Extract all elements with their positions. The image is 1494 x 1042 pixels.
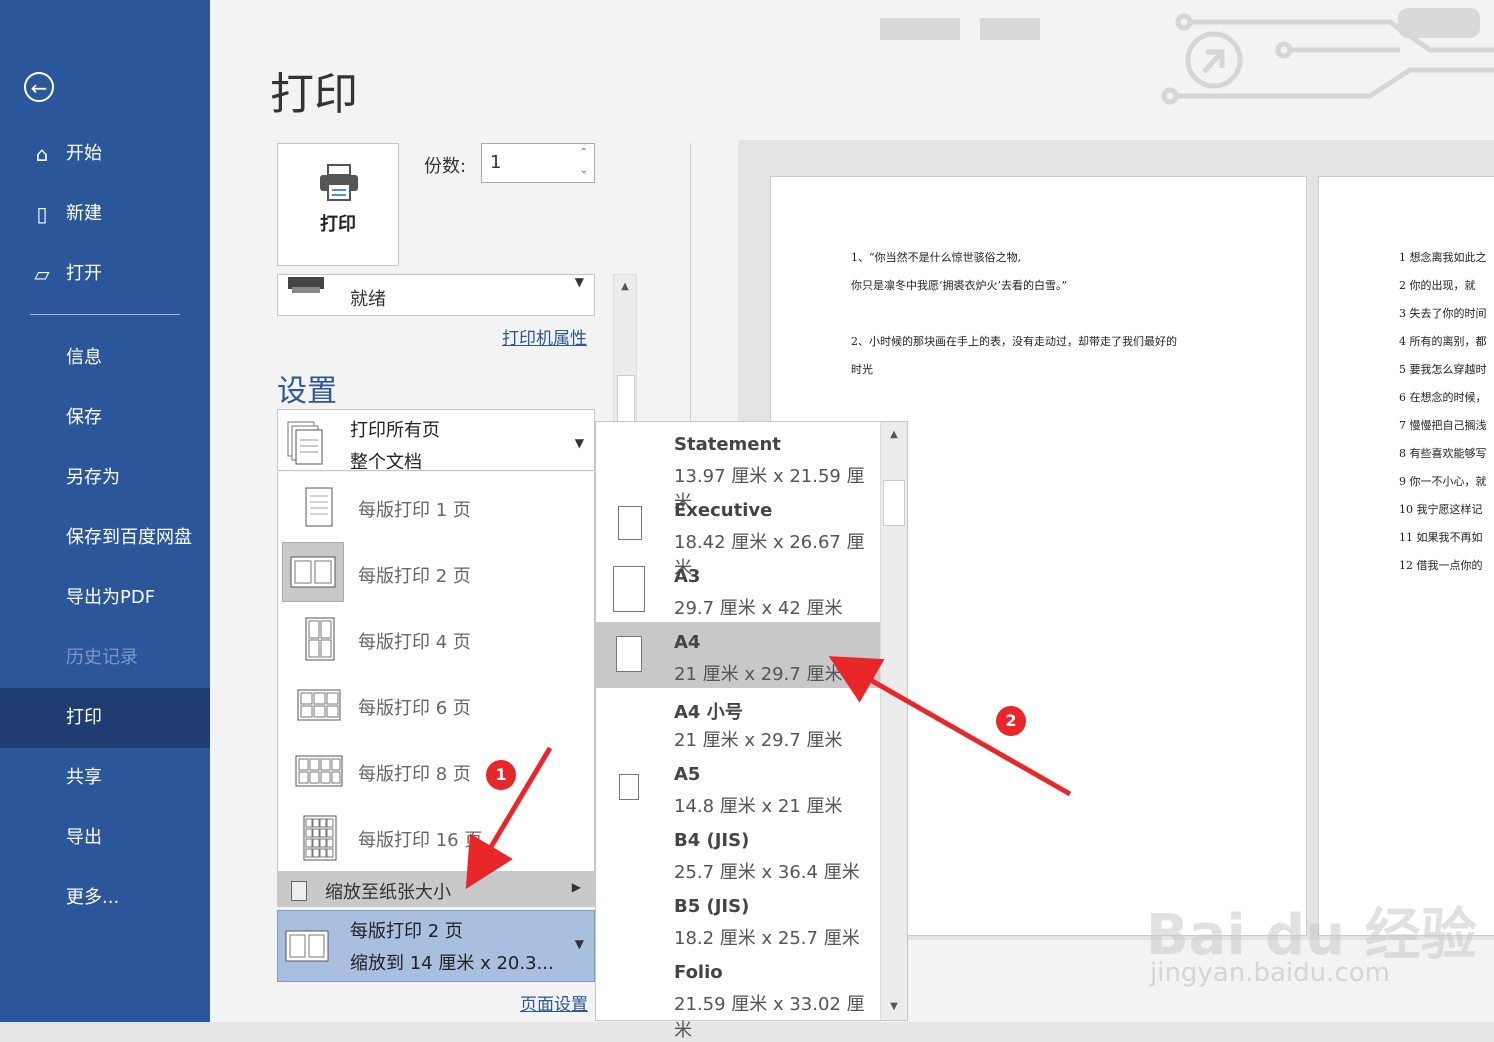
annotation-arrows [465,656,1072,890]
step-badge-1: 1 [486,760,516,790]
step-badge-2: 2 [996,706,1026,736]
arrow-2 [828,656,1072,797]
